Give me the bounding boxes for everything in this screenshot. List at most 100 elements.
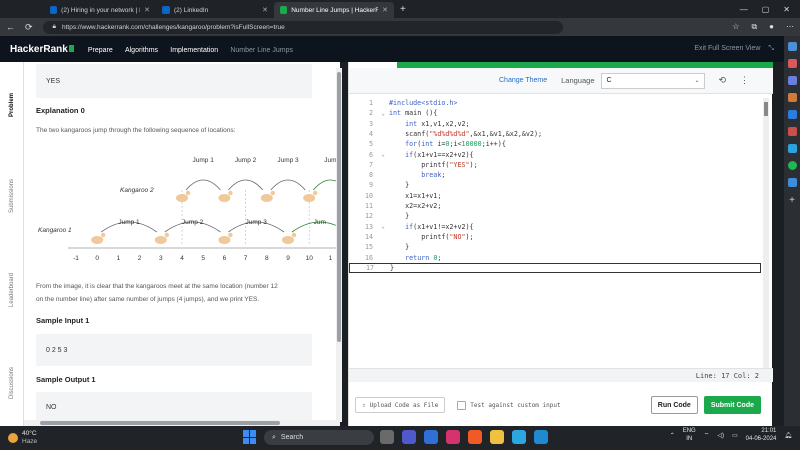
checkbox[interactable] xyxy=(457,400,467,410)
fold-chevron-icon[interactable]: ⌄ xyxy=(377,151,389,158)
kangaroo-head xyxy=(228,190,233,196)
reload-icon[interactable]: ⟳ xyxy=(25,22,33,33)
fold-chevron-icon[interactable]: ⌄ xyxy=(377,223,389,230)
code-line[interactable]: 4 scanf("%d%d%d%d",&x1,&v1,&x2,&v2); xyxy=(349,129,761,139)
jump-arc xyxy=(228,179,264,191)
browser-tab-hackerrank[interactable]: Number Line Jumps | HackerRank ✕ xyxy=(274,2,394,18)
tools-icon[interactable] xyxy=(787,76,797,85)
problem-scrollbar[interactable] xyxy=(336,68,342,422)
kangaroo-head xyxy=(101,232,106,238)
tab-discussions[interactable]: Discussions xyxy=(0,367,24,399)
upload-code-button[interactable]: ⇪ Upload Code as File xyxy=(355,397,446,413)
more-options-icon[interactable]: ⋮ xyxy=(740,75,749,86)
tab-problem[interactable]: Problem xyxy=(0,93,24,117)
vscode-icon[interactable] xyxy=(534,430,548,444)
notification-icon[interactable]: 🔔︎ xyxy=(784,432,792,439)
code-line[interactable]: 10 x1=x1+v1; xyxy=(349,191,761,201)
profile-icon[interactable]: ● xyxy=(769,22,774,32)
office-icon[interactable] xyxy=(787,127,797,136)
code-editor-panel: Change Theme Language C ⌄ ⟲ ⋮ 1 #include<… xyxy=(348,62,773,430)
collections-icon[interactable]: ⧉ xyxy=(751,22,757,32)
fold-chevron-icon[interactable]: ⌄ xyxy=(377,110,389,117)
sample-input-box: 0 2 5 3 xyxy=(36,334,312,366)
nav-implementation[interactable]: Implementation xyxy=(170,47,218,54)
instagram-icon[interactable] xyxy=(446,430,460,444)
code-line[interactable]: 16 return 0; xyxy=(349,253,761,263)
code-scrollbar[interactable] xyxy=(763,98,769,368)
close-tab-icon[interactable]: ✕ xyxy=(144,6,150,14)
more-icon[interactable]: ⋯ xyxy=(786,22,794,32)
code-line[interactable]: 9 } xyxy=(349,180,761,190)
code-line[interactable]: 11 x2=x2+v2; xyxy=(349,201,761,211)
code-line[interactable]: 12 } xyxy=(349,211,761,221)
store-icon[interactable] xyxy=(424,430,438,444)
code-line[interactable]: 5 for(int i=0;i<10000;i++){ xyxy=(349,139,761,149)
close-window-icon[interactable]: ✕ xyxy=(783,5,790,14)
battery-icon[interactable]: ▭ xyxy=(732,432,738,439)
edge-icon[interactable] xyxy=(512,430,526,444)
close-tab-icon[interactable]: ✕ xyxy=(262,6,268,14)
code-line[interactable]: 15 } xyxy=(349,242,761,252)
search-icon[interactable] xyxy=(787,42,797,51)
code-text: #include<stdio.h> xyxy=(389,99,458,107)
explanation-heading: Explanation 0 xyxy=(36,106,85,115)
close-tab-icon[interactable]: ✕ xyxy=(382,6,388,14)
copilot-icon[interactable] xyxy=(787,178,797,187)
add-icon[interactable]: + xyxy=(789,195,795,206)
line-number: 10 xyxy=(364,191,373,200)
code-line[interactable]: 13 ⌄ if(x1+v1!=x2+v2){ xyxy=(349,222,761,232)
hackerrank-logo[interactable]: HackerRank xyxy=(10,44,74,55)
reset-code-icon[interactable]: ⟲ xyxy=(719,75,727,86)
code-text: return 0; xyxy=(405,253,442,262)
chevron-up-icon[interactable]: ⌃ xyxy=(670,432,675,439)
new-tab-icon[interactable]: + xyxy=(400,4,406,15)
shopping-icon[interactable] xyxy=(787,59,797,68)
collapse-icon[interactable]: ⤡ xyxy=(768,45,774,53)
outlook-icon[interactable] xyxy=(787,110,797,119)
code-line[interactable]: 14 printf("NO"); xyxy=(349,232,761,242)
volume-icon[interactable]: ◁) xyxy=(717,432,724,439)
code-area[interactable]: 1 #include<stdio.h> 2 ⌄ int main (){3 int x1… xyxy=(349,96,773,368)
code-line[interactable]: 1 #include<stdio.h> xyxy=(349,98,761,108)
custom-input-checkbox[interactable]: Test against custom input xyxy=(457,400,561,410)
tick-label: 4 xyxy=(180,255,184,262)
brave-icon[interactable] xyxy=(468,430,482,444)
line-number: 3 xyxy=(368,119,373,128)
teams-icon[interactable] xyxy=(402,430,416,444)
kangaroo-icon xyxy=(176,194,188,202)
nav-algorithms[interactable]: Algorithms xyxy=(125,47,158,54)
weather-widget[interactable]: 40°C Haze xyxy=(8,430,37,446)
spotify-icon[interactable] xyxy=(787,161,797,170)
windows-start-icon[interactable] xyxy=(243,430,257,444)
line-number: 4 xyxy=(368,129,373,138)
tab-leaderboard[interactable]: Leaderboard xyxy=(0,273,24,307)
nav-prepare[interactable]: Prepare xyxy=(88,47,113,54)
browser-tab-linkedin-hiring[interactable]: (2) Hiring in your network | Linke ✕ xyxy=(44,2,156,18)
clock[interactable]: 21:01 04-06-2024 xyxy=(746,427,777,443)
code-line[interactable]: 8 break; xyxy=(349,170,761,180)
browser-tab-linkedin[interactable]: (2) LinkedIn ✕ xyxy=(156,2,274,18)
file-explorer-icon[interactable] xyxy=(490,430,504,444)
back-icon[interactable]: ← xyxy=(6,22,15,32)
exit-fullscreen-link[interactable]: Exit Full Screen View xyxy=(694,45,760,53)
code-line[interactable]: 2 ⌄ int main (){ xyxy=(349,108,761,118)
tab-submissions[interactable]: Submissions xyxy=(0,179,24,213)
games-icon[interactable] xyxy=(787,93,797,102)
code-line[interactable]: 6 ⌄ if(x1+v1==x2+v2){ xyxy=(349,150,761,160)
change-theme-button[interactable]: Change Theme xyxy=(499,77,547,84)
code-line[interactable]: 3 int x1,v1,x2,v2; xyxy=(349,119,761,129)
maximize-icon[interactable]: ▢ xyxy=(762,5,770,14)
code-line[interactable]: 7 printf("YES"); xyxy=(349,160,761,170)
code-line[interactable]: 17} xyxy=(349,262,761,273)
submit-code-button[interactable]: Submit Code xyxy=(703,396,761,414)
widgets-icon[interactable] xyxy=(380,430,394,444)
telegram-icon[interactable] xyxy=(787,144,797,153)
tick-label: 1 xyxy=(117,255,121,262)
favorite-icon[interactable]: ☆ xyxy=(732,22,739,32)
minimize-icon[interactable]: — xyxy=(740,5,748,14)
url-field[interactable]: 🔒︎ https://www.hackerrank.com/challenges… xyxy=(42,20,563,34)
run-code-button[interactable]: Run Code xyxy=(650,396,698,414)
taskbar-search[interactable]: ⌕ Search xyxy=(264,430,374,445)
network-icon[interactable]: ⌔ xyxy=(704,431,710,439)
language-select[interactable]: C ⌄ xyxy=(600,72,705,89)
